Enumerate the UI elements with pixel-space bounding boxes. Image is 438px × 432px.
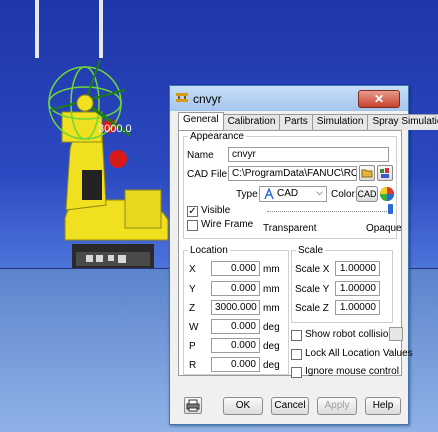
- cad-file-label: CAD File: [187, 169, 228, 180]
- cancel-button[interactable]: Cancel: [271, 397, 309, 415]
- dialog-title: cnvyr: [193, 92, 222, 106]
- color-wheel-icon: [380, 187, 394, 201]
- location-y-label: Y: [189, 284, 196, 295]
- ignore-mouse-checkbox[interactable]: [291, 367, 302, 378]
- title-bar[interactable]: cnvyr ✕: [170, 86, 408, 111]
- cad-library-button[interactable]: [377, 165, 393, 181]
- tab-general[interactable]: General: [178, 112, 224, 130]
- tab-simulation[interactable]: Simulation: [311, 114, 369, 130]
- location-y-field[interactable]: 0.000: [211, 281, 260, 296]
- location-x-field[interactable]: 0.000: [211, 261, 260, 276]
- scale-z-label: Scale Z: [295, 303, 329, 314]
- library-icon: [380, 168, 389, 178]
- scale-z-field[interactable]: 1.00000: [335, 300, 380, 315]
- color-label: Color:: [331, 189, 358, 200]
- collision-color-swatch[interactable]: [389, 327, 403, 341]
- name-label: Name: [187, 150, 214, 161]
- location-z-unit: mm: [263, 303, 280, 314]
- visible-checkbox[interactable]: ✓: [187, 206, 198, 217]
- transparent-label: Transparent: [263, 223, 317, 234]
- name-field[interactable]: cnvyr: [228, 147, 389, 162]
- wireframe-checkbox[interactable]: [187, 220, 198, 231]
- location-r-label: R: [189, 360, 197, 371]
- color-cad-button[interactable]: CAD: [356, 186, 378, 202]
- location-z-field[interactable]: 3000.000: [211, 300, 260, 315]
- ok-button[interactable]: OK: [223, 397, 263, 415]
- lock-location-checkbox[interactable]: [291, 349, 302, 360]
- folder-icon: [361, 169, 373, 178]
- help-button[interactable]: Help: [365, 397, 401, 415]
- general-panel: Appearance Name cnvyr CAD File C:\Progra…: [178, 130, 413, 378]
- appearance-legend: Appearance: [190, 131, 244, 142]
- apply-button[interactable]: Apply: [317, 397, 357, 415]
- scale-y-field[interactable]: 1.00000: [335, 281, 380, 296]
- type-select[interactable]: CAD ⌵: [259, 186, 327, 202]
- scale-x-field[interactable]: 1.00000: [335, 261, 380, 276]
- conveyor-icon: [176, 93, 188, 102]
- location-x-unit: mm: [263, 264, 280, 275]
- scale-x-label: Scale X: [295, 264, 330, 275]
- location-r-unit: deg: [263, 360, 280, 371]
- type-select-value: CAD: [277, 188, 299, 199]
- print-icon: [186, 399, 200, 412]
- location-p-label: P: [189, 341, 196, 352]
- location-w-field[interactable]: 0.000: [211, 319, 260, 334]
- opacity-track[interactable]: [267, 211, 391, 213]
- lock-location-label: Lock All Location Values: [305, 348, 413, 359]
- type-label: Type: [236, 189, 258, 200]
- location-x-label: X: [189, 264, 196, 275]
- scale-legend: Scale: [298, 245, 324, 256]
- show-collisions-label: Show robot collisions: [305, 329, 399, 340]
- cad-icon: [264, 188, 274, 200]
- location-p-field[interactable]: 0.000: [211, 338, 260, 353]
- ignore-mouse-label: Ignore mouse control: [305, 366, 399, 377]
- color-picker-button[interactable]: [379, 186, 395, 202]
- tab-strip: General Calibration Parts Simulation Spr…: [178, 112, 438, 130]
- tab-calibration[interactable]: Calibration: [222, 114, 281, 130]
- location-r-field[interactable]: 0.000: [211, 357, 260, 372]
- scale-y-label: Scale Y: [295, 284, 330, 295]
- location-z-label: Z: [189, 303, 196, 314]
- visible-label: Visible: [201, 205, 231, 216]
- location-legend: Location: [190, 245, 228, 256]
- browse-folder-button[interactable]: [359, 165, 375, 181]
- wireframe-label: Wire Frame: [201, 219, 254, 230]
- robot-z-readout: 3000.0: [98, 123, 132, 135]
- location-w-label: W: [189, 322, 199, 333]
- print-button[interactable]: [184, 397, 202, 414]
- close-button[interactable]: ✕: [358, 90, 400, 108]
- tab-spray-simulation[interactable]: Spray Simulation: [367, 114, 438, 130]
- properties-dialog: cnvyr ✕ General Calibration Parts Simula…: [169, 85, 438, 425]
- opacity-slider-thumb[interactable]: [388, 204, 393, 214]
- show-collisions-checkbox[interactable]: [291, 330, 302, 341]
- chevron-down-icon: ⌵: [316, 187, 323, 197]
- location-y-unit: mm: [263, 284, 280, 295]
- tab-parts[interactable]: Parts: [279, 114, 313, 130]
- opaque-label: Opaque: [366, 223, 402, 234]
- cad-file-field[interactable]: C:\ProgramData\FANUC\ROBOGUIDE: [228, 166, 357, 181]
- location-w-unit: deg: [263, 322, 280, 333]
- location-p-unit: deg: [263, 341, 280, 352]
